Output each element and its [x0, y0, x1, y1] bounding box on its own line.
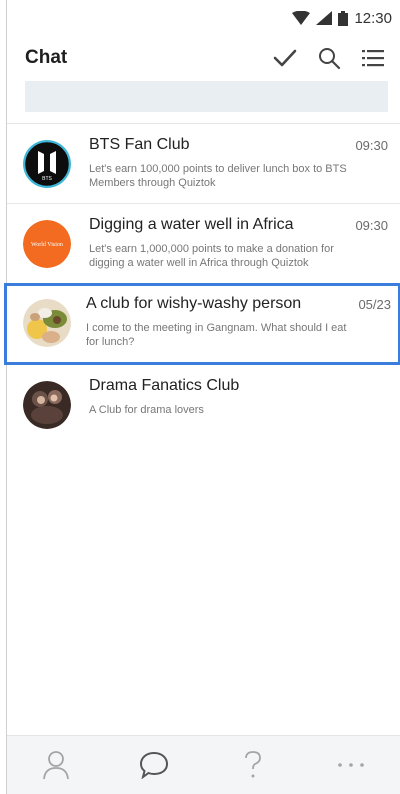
- chat-time: 09:30: [355, 138, 388, 153]
- chat-list: BTS BTS Fan Club 09:30 Let's earn 100,00…: [4, 124, 400, 445]
- battery-icon: [338, 10, 349, 26]
- status-bar: 12:30: [7, 0, 400, 36]
- bts-logo-text: BTS: [42, 176, 52, 182]
- chat-preview: A Club for drama lovers: [89, 404, 204, 416]
- status-time: 12:30: [354, 9, 392, 27]
- chat-item-drama-fanatics[interactable]: Drama Fanatics Club A Club for drama lov…: [7, 365, 400, 445]
- header-actions: [272, 45, 386, 71]
- chat-preview: I come to the meeting in Gangnam. What s…: [86, 322, 347, 348]
- chat-time: 09:30: [355, 218, 388, 233]
- search-input[interactable]: [25, 81, 388, 112]
- chat-item-wishy-washy[interactable]: A club for wishy-washy person 05/23 I co…: [4, 283, 400, 365]
- check-icon[interactable]: [272, 45, 298, 71]
- chat-preview: Let's earn 100,000 points to deliver lun…: [89, 163, 347, 189]
- bts-logo-icon: BTS: [23, 140, 71, 188]
- chat-name: A club for wishy-washy person: [86, 295, 302, 312]
- menu-list-icon[interactable]: [360, 45, 386, 71]
- chat-name: BTS Fan Club: [89, 136, 190, 153]
- chat-time: 05/23: [358, 297, 391, 312]
- drama-photo-avatar: [23, 381, 71, 429]
- chat-name: Drama Fanatics Club: [89, 377, 240, 394]
- world-vision-logo-icon: World Vision: [23, 220, 71, 268]
- chat-name: Digging a water well in Africa: [89, 216, 294, 233]
- nav-profile-button[interactable]: [32, 741, 80, 789]
- app-frame: 12:30 Chat BTS BTS Fan Club 09:30 Let's …: [4, 0, 400, 794]
- chat-bubble-icon: [140, 751, 169, 779]
- page-title: Chat: [25, 47, 68, 68]
- chat-item-water-well[interactable]: World Vision Digging a water well in Afr…: [7, 204, 400, 284]
- nav-help-button[interactable]: [229, 741, 277, 789]
- more-dots-icon: [338, 763, 364, 767]
- nav-more-button[interactable]: [327, 741, 375, 789]
- food-photo-avatar: [23, 299, 71, 347]
- question-icon: [244, 751, 261, 778]
- signal-icon: [316, 11, 333, 25]
- search-icon[interactable]: [316, 45, 342, 71]
- header: Chat: [7, 36, 400, 80]
- chat-item-bts-fan-club[interactable]: BTS BTS Fan Club 09:30 Let's earn 100,00…: [7, 124, 400, 204]
- world-vision-text: World Vision: [31, 242, 63, 248]
- person-icon: [43, 751, 70, 780]
- nav-chat-button[interactable]: [130, 741, 178, 789]
- bottom-nav: [7, 735, 400, 794]
- wifi-icon: [292, 11, 311, 25]
- chat-preview: Let's earn 1,000,000 points to make a do…: [89, 243, 334, 269]
